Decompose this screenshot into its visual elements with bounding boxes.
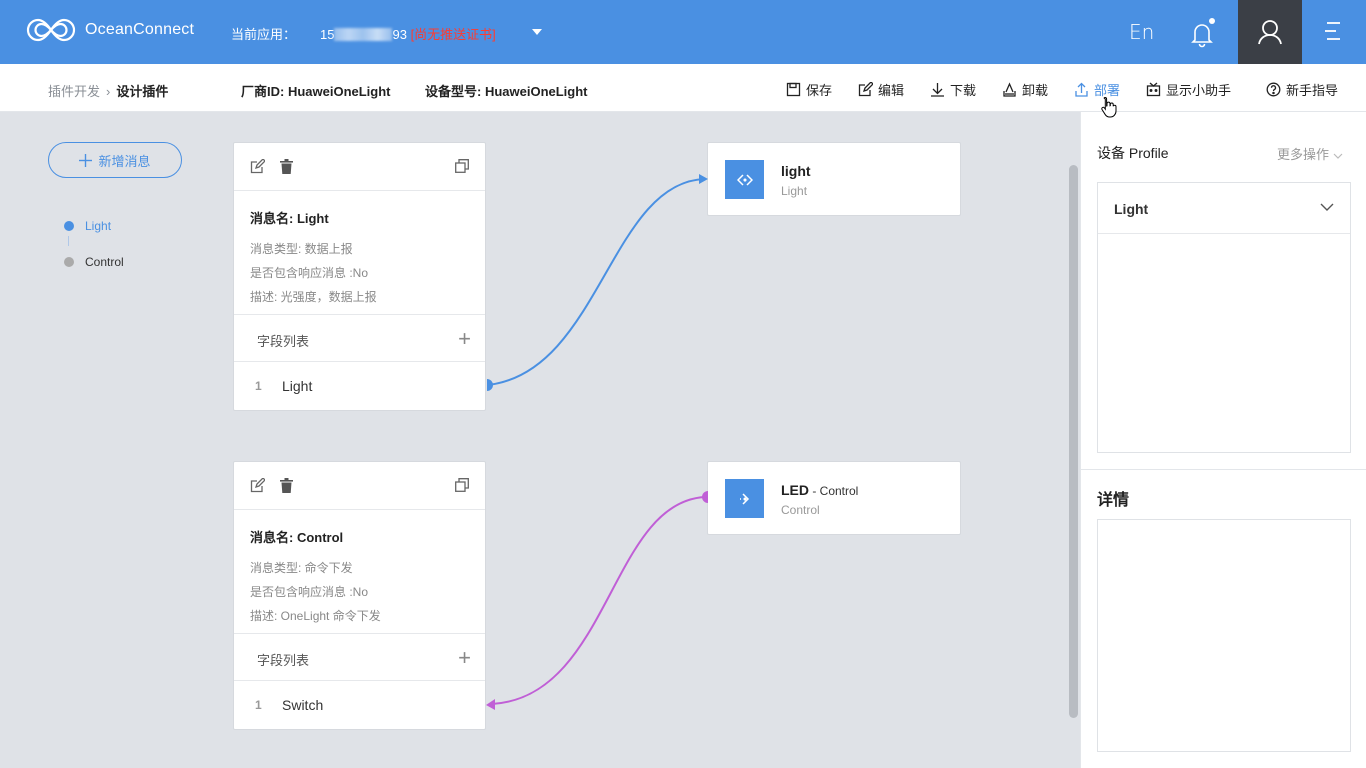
uninstall-button[interactable]: 卸载 xyxy=(1002,80,1048,99)
detail-panel xyxy=(1097,519,1351,752)
brand-name: OceanConnect xyxy=(85,21,195,38)
app-id-suffix: 93 xyxy=(392,27,407,42)
more-actions-dropdown[interactable]: 更多操作 xyxy=(1277,144,1343,163)
show-helper-label: 显示小助手 xyxy=(1166,83,1232,98)
edit-icon xyxy=(858,82,873,97)
user-menu-button[interactable] xyxy=(1238,0,1302,64)
chevron-right-icon: › xyxy=(106,84,111,99)
app-id-redacted xyxy=(334,28,393,41)
current-app-label: 当前应用： xyxy=(231,27,297,42)
mapping-links xyxy=(486,174,708,710)
uninstall-label: 卸载 xyxy=(1022,83,1049,98)
link-arrow-head xyxy=(699,174,708,184)
design-canvas[interactable]: 新增消息 Light Control 消息名: Light 消息类型: 数据上报… xyxy=(0,112,1080,768)
detail-title: 详情 xyxy=(1097,492,1130,509)
oceanconnect-logo-icon xyxy=(26,18,76,42)
divider xyxy=(1081,469,1366,470)
vendor-id: 厂商ID: HuaweiOneLight xyxy=(241,84,391,99)
profile-selected: Light xyxy=(1114,201,1149,217)
menu-icon[interactable] xyxy=(1323,20,1343,42)
right-panel: 设备 Profile 更多操作 Light 详情 xyxy=(1080,112,1366,768)
uninstall-icon xyxy=(1003,82,1016,97)
profile-select: Light xyxy=(1097,182,1351,453)
hand-cursor-icon xyxy=(1101,96,1117,118)
panel-title: 设备 Profile xyxy=(1097,145,1169,161)
language-toggle[interactable]: En xyxy=(1129,20,1154,44)
breadcrumb-parent[interactable]: 插件开发 xyxy=(48,84,100,99)
link-start-dot xyxy=(487,379,493,391)
link-arrow-head xyxy=(486,699,495,710)
download-icon xyxy=(931,83,944,97)
chevron-down-icon xyxy=(1333,153,1343,159)
cert-status: [尚无推送证书] xyxy=(410,27,496,42)
mapping-link-light[interactable] xyxy=(487,178,706,386)
download-button[interactable]: 下载 xyxy=(930,80,976,99)
current-app-selector[interactable]: 15 93 [尚无推送证书] xyxy=(320,24,496,43)
edit-button[interactable]: 编辑 xyxy=(858,80,904,99)
save-icon xyxy=(786,82,801,97)
deploy-icon xyxy=(1075,82,1088,97)
more-actions-label: 更多操作 xyxy=(1277,147,1330,162)
show-helper-button[interactable]: 显示小助手 xyxy=(1146,80,1231,99)
beginner-guide-label: 新手指导 xyxy=(1286,83,1339,98)
save-label: 保存 xyxy=(806,83,833,98)
breadcrumb: 插件开发 › 设计插件 xyxy=(48,81,168,100)
canvas-scrollbar[interactable] xyxy=(1069,165,1078,718)
save-button[interactable]: 保存 xyxy=(786,80,832,99)
mapping-link-control[interactable] xyxy=(491,496,706,705)
app-id-prefix: 15 xyxy=(320,27,335,42)
chevron-down-icon[interactable] xyxy=(532,29,542,35)
top-bar: OceanConnect 当前应用： 15 93 [尚无推送证书] En xyxy=(0,0,1366,64)
beginner-guide-button[interactable]: 新手指导 xyxy=(1266,80,1338,99)
toolbar: 插件开发 › 设计插件 厂商ID: HuaweiOneLight 设备型号: Hua… xyxy=(0,64,1366,112)
link-start-dot xyxy=(702,491,708,503)
helper-robot-icon xyxy=(1146,82,1161,97)
breadcrumb-current: 设计插件 xyxy=(116,84,169,99)
edit-label: 编辑 xyxy=(878,83,905,98)
download-label: 下载 xyxy=(950,83,977,98)
help-circle-icon xyxy=(1266,82,1281,97)
profile-select-header[interactable]: Light xyxy=(1098,183,1350,234)
bell-icon[interactable] xyxy=(1188,18,1216,48)
device-model: 设备型号: HuaweiOneLight xyxy=(425,84,588,99)
chevron-down-icon xyxy=(1320,203,1334,211)
user-icon xyxy=(1258,20,1282,45)
